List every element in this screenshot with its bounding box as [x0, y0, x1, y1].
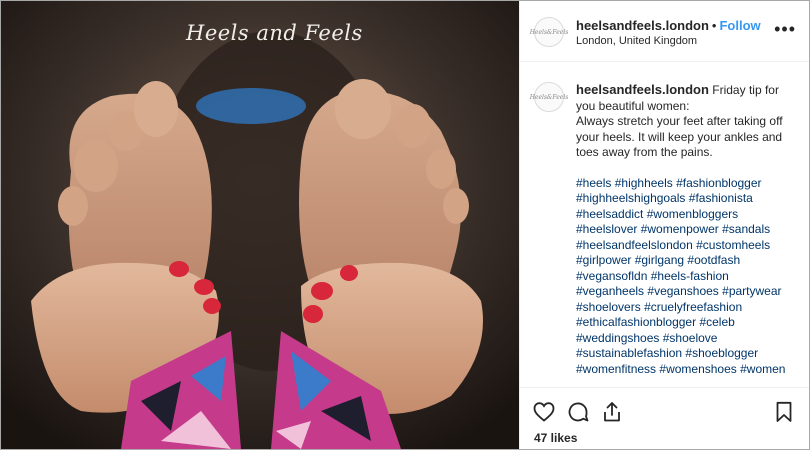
hashtag-link[interactable]: #shoelove — [663, 331, 718, 345]
heart-icon[interactable] — [532, 400, 556, 424]
comment-icon[interactable] — [566, 400, 590, 424]
hashtag-link[interactable]: #highheelshighgoals — [576, 191, 685, 205]
hashtag-list: #heels #highheels #fashionblogger #highh… — [576, 176, 798, 378]
hashtag-link[interactable]: #partywear — [722, 284, 781, 298]
caption-username[interactable]: heelsandfeels.london — [576, 82, 709, 97]
post-caption: heelsandfeels.london Friday tip for you … — [576, 82, 798, 377]
hashtag-link[interactable]: #women — [740, 362, 785, 376]
hashtag-link[interactable]: #highheels — [615, 176, 673, 190]
post-header: Heels&Feels heelsandfeels.london • Follow … — [520, 1, 809, 62]
hashtag-link[interactable]: #fashionista — [689, 191, 753, 205]
hashtag-link[interactable]: #heels — [576, 176, 611, 190]
hashtag-link[interactable]: #womenbloggers — [647, 207, 738, 221]
feet-photo-illustration — [1, 1, 519, 449]
hashtag-link[interactable]: #ethicalfashionblogger — [576, 315, 696, 329]
hashtag-link[interactable]: #sandals — [722, 222, 770, 236]
post-footer: 47 likes — [520, 387, 809, 449]
header-separator: • — [711, 18, 717, 33]
hashtag-link[interactable]: #ootdfash — [687, 253, 740, 267]
hashtag-link[interactable]: #heelslover — [576, 222, 637, 236]
action-bar — [532, 400, 624, 424]
instagram-post-window: Heels and Feels Heels&Feels heelsandfeel… — [0, 0, 810, 450]
hashtag-link[interactable]: #customheels — [696, 238, 770, 252]
avatar-logo: Heels&Feels — [529, 28, 569, 36]
caption-area: Heels&Feels heelsandfeels.london Friday … — [520, 62, 809, 386]
follow-button[interactable]: Follow — [719, 18, 760, 33]
hashtag-link[interactable]: #womenpower — [641, 222, 719, 236]
hashtag-link[interactable]: #cruelyfreefashion — [644, 300, 742, 314]
hashtag-link[interactable]: #heels-fashion — [651, 269, 729, 283]
hashtag-link[interactable]: #heelsandfeelslondon — [576, 238, 693, 252]
header-user-line: heelsandfeels.london • Follow — [576, 18, 761, 33]
hashtag-link[interactable]: #womenshoes — [659, 362, 736, 376]
hashtag-link[interactable]: #girlpower — [576, 253, 631, 267]
hashtag-link[interactable]: #veganheels — [576, 284, 644, 298]
hashtag-link[interactable]: #fashionblogger — [676, 176, 761, 190]
share-icon[interactable] — [600, 400, 624, 424]
post-side-panel: Heels&Feels heelsandfeels.london • Follow … — [519, 1, 809, 449]
photo-watermark: Heels and Feels — [186, 21, 363, 45]
hashtag-link[interactable]: #weddingshoes — [576, 331, 659, 345]
caption-avatar[interactable]: Heels&Feels — [530, 82, 568, 112]
post-location[interactable]: London, United Kingdom — [576, 35, 697, 47]
hashtag-link[interactable]: #womenfitness — [576, 362, 656, 376]
bookmark-icon[interactable] — [772, 400, 796, 424]
avatar[interactable]: Heels&Feels — [530, 17, 568, 47]
hashtag-link[interactable]: #girlgang — [635, 253, 684, 267]
header-username[interactable]: heelsandfeels.london — [576, 18, 709, 33]
hashtag-link[interactable]: #vegansofldn — [576, 269, 647, 283]
hashtag-link[interactable]: #veganshoes — [647, 284, 718, 298]
likes-count[interactable]: 47 likes — [534, 431, 577, 445]
caption-avatar-logo: Heels&Feels — [529, 93, 569, 101]
post-photo[interactable]: Heels and Feels — [1, 1, 519, 449]
hashtag-link[interactable]: #shoeblogger — [685, 346, 758, 360]
hashtag-link[interactable]: #sustainablefashion — [576, 346, 682, 360]
hashtag-link[interactable]: #celeb — [699, 315, 734, 329]
hashtag-link[interactable]: #heelsaddict — [576, 207, 643, 221]
more-options-icon[interactable]: ••• — [774, 19, 796, 40]
hashtag-link[interactable]: #shoelovers — [576, 300, 641, 314]
